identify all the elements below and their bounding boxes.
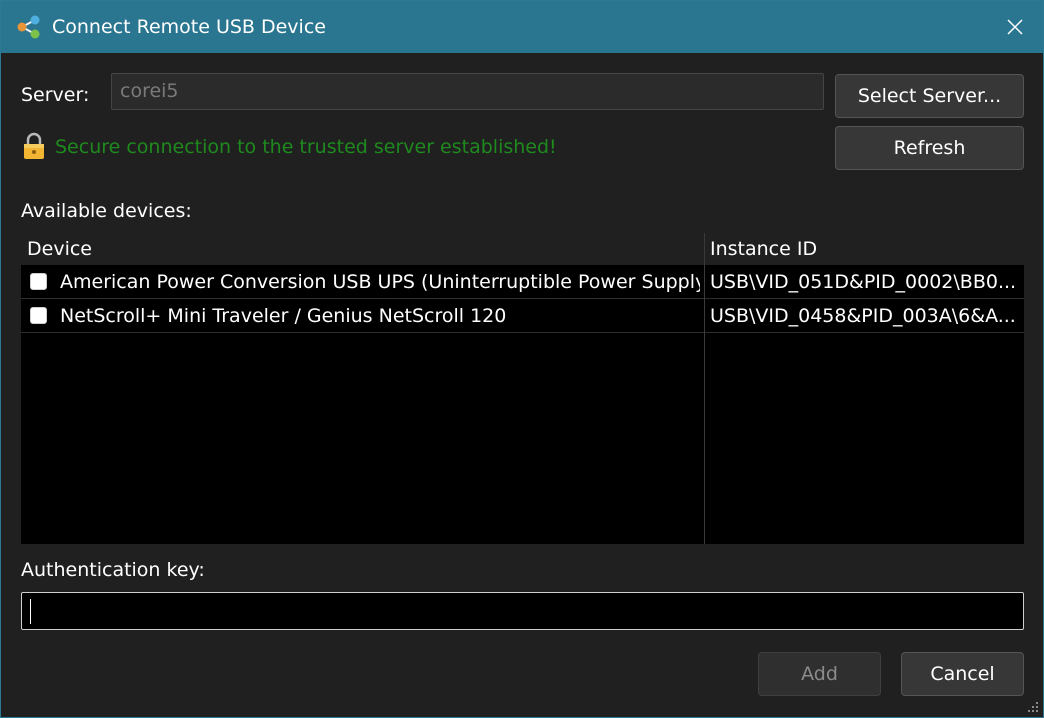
close-button[interactable] — [987, 1, 1043, 53]
device-name-cell: American Power Conversion USB UPS (Unint… — [60, 271, 700, 293]
connection-status-text: Secure connection to the trusted server … — [55, 136, 557, 158]
column-divider[interactable] — [704, 233, 705, 544]
title-bar[interactable]: Connect Remote USB Device — [1, 1, 1043, 53]
lock-icon — [24, 132, 44, 159]
device-name-cell: NetScroll+ Mini Traveler / Genius NetScr… — [60, 305, 507, 327]
server-input: corei5 — [111, 73, 824, 110]
window-title: Connect Remote USB Device — [52, 16, 326, 38]
available-devices-label: Available devices: — [21, 200, 192, 222]
authentication-key-input[interactable] — [21, 592, 1024, 630]
text-caret — [30, 599, 31, 624]
cancel-button[interactable]: Cancel — [901, 652, 1024, 696]
dialog-window: Connect Remote USB Device Server: corei5… — [0, 0, 1044, 718]
select-server-button[interactable]: Select Server... — [835, 74, 1024, 118]
dialog-content: Server: corei5 Select Server... Refresh … — [1, 53, 1043, 717]
refresh-button[interactable]: Refresh — [835, 126, 1024, 170]
table-row[interactable]: NetScroll+ Mini Traveler / Genius NetScr… — [21, 300, 1024, 333]
device-checkbox[interactable] — [30, 273, 47, 290]
device-checkbox[interactable] — [30, 307, 47, 324]
server-label: Server: — [21, 84, 90, 106]
devices-table: Device Instance ID American Power Conver… — [21, 233, 1024, 544]
instance-id-cell: USB\VID_0458&PID_003A\6&A... — [710, 305, 1016, 327]
share-nodes-icon — [17, 15, 40, 39]
column-header-device[interactable]: Device — [27, 237, 92, 261]
authentication-key-label: Authentication key: — [21, 559, 205, 581]
table-row[interactable]: American Power Conversion USB UPS (Unint… — [21, 266, 1024, 299]
close-icon — [1007, 19, 1023, 35]
add-button[interactable]: Add — [758, 652, 881, 696]
resize-grip-icon[interactable] — [1027, 701, 1039, 713]
table-header: Device Instance ID — [21, 233, 1024, 265]
column-header-instance-id[interactable]: Instance ID — [710, 237, 817, 261]
instance-id-cell: USB\VID_051D&PID_0002\BB0... — [710, 271, 1017, 293]
